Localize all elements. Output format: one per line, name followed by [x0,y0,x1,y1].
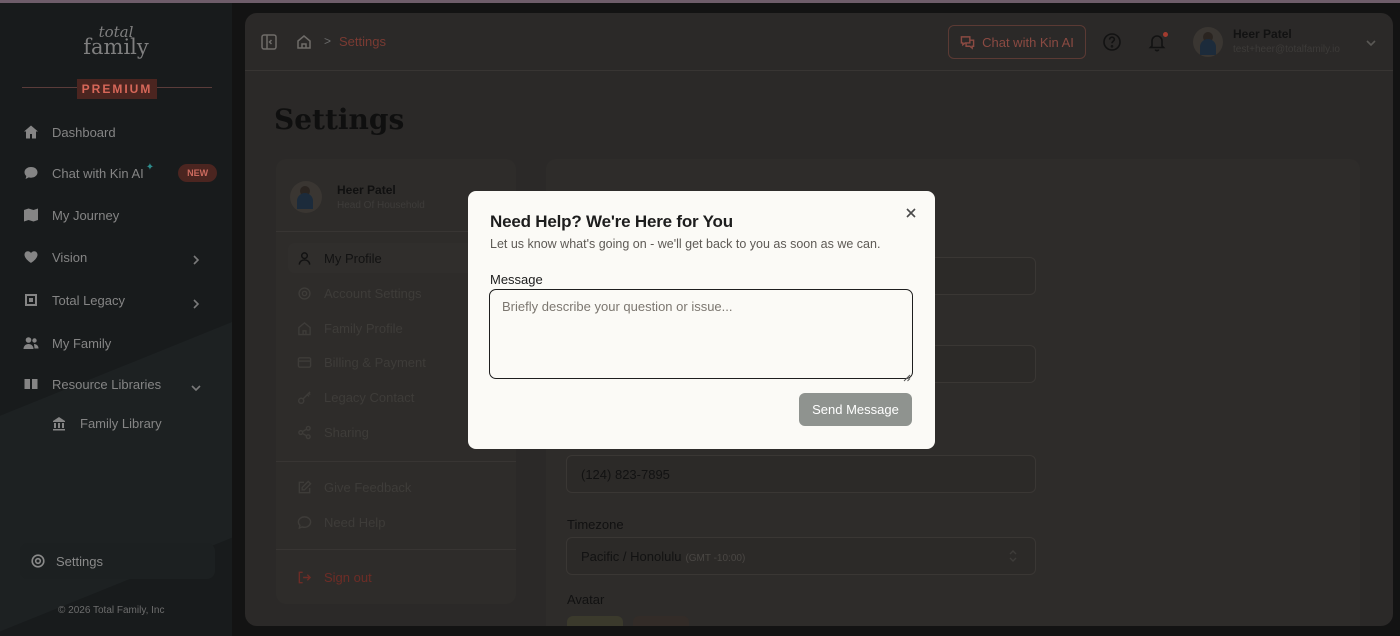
sidebar-item-label: My Family [52,335,112,351]
phone-field[interactable]: (124) 823-7895 [566,455,1036,493]
profile-role: Head Of Household [337,200,425,211]
sidebar-item-label: Dashboard [52,124,116,140]
credit-card-icon [297,356,312,368]
select-arrows-icon [1007,549,1019,563]
sidebar-item-label: My Journey [52,207,120,223]
avatar [290,181,322,213]
chevron-right-icon[interactable] [190,253,202,265]
user-email: test+heer@totalfamily.io [1233,44,1340,55]
sign-out-button[interactable]: Sign out [288,562,504,592]
sparkle-icon: ✦ [145,161,155,173]
divider [276,461,516,462]
sidebar-item-chat-kin-ai[interactable]: Chat with Kin AI ✦ NEW [22,159,218,187]
edit-icon [298,479,312,493]
new-badge: NEW [178,164,218,182]
sidebar-item-label: Family Library [80,415,162,431]
profile-name: Heer Patel [337,183,396,197]
message-textarea[interactable] [489,289,913,379]
modal-subtitle: Let us know what's going on - we'll get … [490,237,881,251]
close-icon[interactable] [904,206,920,222]
user-name[interactable]: Heer Patel [1233,27,1292,41]
premium-badge: PREMIUM [77,79,157,99]
library-icon [50,414,68,432]
bell-icon[interactable] [1147,32,1168,52]
gear-icon [31,554,45,568]
home-icon [22,123,40,141]
sidebar-item-label: Settings [56,553,103,569]
copyright-text: © 2026 Total Family, Inc [58,605,165,616]
breadcrumb-separator: > [324,34,332,48]
legacy-icon [22,291,40,309]
message-icon [297,515,312,529]
modal-title: Need Help? We're Here for You [490,212,733,231]
gear-icon [298,286,311,300]
sidebar-item-resource-libraries[interactable]: Resource Libraries [22,370,161,398]
sidebar-item-total-legacy[interactable]: Total Legacy [22,286,125,314]
timezone-label: Timezone [567,517,624,532]
sidebar-item-family-library[interactable]: Family Library [50,409,162,437]
sidebar-item-settings[interactable]: Settings [20,543,215,579]
users-icon [22,334,40,352]
avatar-label: Avatar [567,592,605,607]
user-icon [298,251,311,265]
sidebar-item-dashboard[interactable]: Dashboard [22,118,116,146]
resize-handle-icon[interactable] [903,369,911,382]
settings-menu-give-feedback[interactable]: Give Feedback [288,472,504,502]
chevron-down-icon[interactable] [1365,36,1377,48]
notification-dot [1163,32,1168,37]
page-title: Settings [274,103,405,136]
breadcrumb-current[interactable]: Settings [339,34,386,49]
brand-logo[interactable]: total family [80,25,152,58]
help-icon[interactable] [1102,32,1122,52]
sidebar-item-label: Resource Libraries [52,376,162,392]
chat-bubbles-icon [960,35,975,50]
sign-out-icon [298,571,312,583]
avatar-option[interactable] [567,616,623,626]
house-icon [298,321,311,335]
key-icon [297,390,311,404]
home-icon[interactable] [295,33,313,51]
message-label: Message [490,272,543,287]
sidebar-item-label: Chat with Kin AI [52,165,144,181]
sidebar-toggle-icon[interactable] [260,33,278,51]
book-icon [22,375,40,393]
sidebar-item-label: Total Legacy [52,292,125,308]
map-icon [22,206,40,224]
sidebar-item-my-journey[interactable]: My Journey [22,201,119,229]
chevron-right-icon[interactable] [190,297,202,309]
sidebar-item-my-family[interactable]: My Family [22,329,111,357]
sidebar: total family PREMIUM Dashboard Chat with… [0,3,232,636]
share-icon [298,425,311,439]
heart-icon [22,248,40,266]
chevron-down-icon[interactable] [190,381,202,393]
avatar-option[interactable] [633,616,689,626]
chat-with-kin-ai-button[interactable]: Chat with Kin AI [948,25,1086,59]
send-message-button[interactable]: Send Message [799,393,912,426]
avatar[interactable] [1193,27,1223,57]
top-bar: > Settings Chat with Kin AI Heer Patel t… [245,13,1393,71]
settings-menu-need-help[interactable]: Need Help [288,507,504,537]
chat-bubble-icon [22,164,40,182]
divider [276,549,516,550]
help-modal: Need Help? We're Here for You Let us kno… [468,191,935,449]
sidebar-item-label: Vision [52,249,88,265]
sidebar-item-vision[interactable]: Vision [22,243,87,271]
timezone-select[interactable]: Pacific / Honolulu (GMT -10:00) [566,537,1036,575]
